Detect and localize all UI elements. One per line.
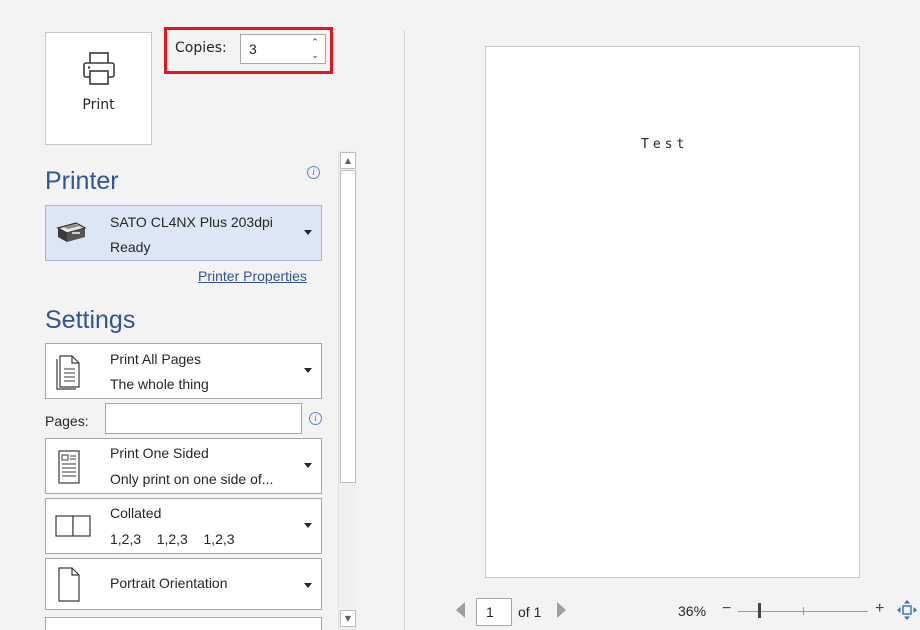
zoom-slider-center-tick <box>803 607 804 615</box>
sides-subtitle: Only print on one side of... <box>110 471 274 487</box>
print-range-subtitle: The whole thing <box>110 376 209 392</box>
next-setting-select[interactable] <box>45 617 322 630</box>
zoom-in-button[interactable]: + <box>875 600 884 618</box>
printer-name: SATO CL4NX Plus 203dpi <box>110 214 273 230</box>
printer-status: Ready <box>110 239 151 255</box>
caret-down-icon <box>304 583 312 588</box>
scroll-thumb[interactable] <box>340 170 356 483</box>
printer-properties-link[interactable]: Printer Properties <box>198 268 307 284</box>
print-preview-page: Test <box>485 46 860 578</box>
info-icon[interactable]: i <box>309 412 322 425</box>
zoom-level[interactable]: 36% <box>678 603 706 619</box>
next-page-icon[interactable] <box>557 602 566 618</box>
portrait-page-icon <box>58 567 80 602</box>
caret-down-icon <box>304 230 312 235</box>
settings-section-title: Settings <box>45 306 136 334</box>
caret-down-icon <box>304 368 312 373</box>
settings-scrollbar[interactable]: ▲ ▼ <box>338 150 357 630</box>
zoom-slider-thumb[interactable] <box>758 603 761 618</box>
sides-select[interactable]: Print One Sided Only print on one side o… <box>45 438 322 494</box>
print-range-title: Print All Pages <box>110 351 202 367</box>
pages-label: Pages: <box>45 413 89 429</box>
pane-divider <box>404 30 405 630</box>
collation-title: Collated <box>110 505 162 521</box>
zoom-to-page-icon[interactable] <box>897 600 917 620</box>
orientation-title: Portrait Orientation <box>110 575 228 591</box>
caret-down-icon <box>304 523 312 528</box>
label-printer-icon <box>56 222 87 242</box>
page-total: of 1 <box>518 604 542 620</box>
print-range-select[interactable]: Print All Pages The whole thing <box>45 343 322 399</box>
collated-icon <box>55 515 91 537</box>
one-sided-icon <box>58 450 80 484</box>
preview-page-text: Test <box>641 137 689 152</box>
caret-down-icon <box>304 463 312 468</box>
print-backstage: Print Copies: 3 ⌃ ⌄ Printer i SATO CL4NX… <box>0 0 920 630</box>
print-settings-pane: Print Copies: 3 ⌃ ⌄ Printer i SATO CL4NX… <box>0 0 405 630</box>
current-page-input[interactable]: 1 <box>476 598 512 626</box>
collation-select[interactable]: Collated 1,2,3 1,2,3 1,2,3 <box>45 498 322 554</box>
zoom-out-button[interactable]: − <box>722 600 731 618</box>
printer-icon <box>82 52 115 85</box>
sides-title: Print One Sided <box>110 445 209 461</box>
copies-highlight-box <box>164 27 333 74</box>
printer-select[interactable]: SATO CL4NX Plus 203dpi Ready <box>45 205 322 261</box>
print-button[interactable]: Print <box>45 32 152 145</box>
previous-page-icon[interactable] <box>456 602 465 618</box>
orientation-select[interactable]: Portrait Orientation <box>45 558 322 610</box>
pages-input[interactable] <box>105 403 302 434</box>
printer-section-title: Printer <box>45 167 119 195</box>
collation-subtitle: 1,2,3 1,2,3 1,2,3 <box>110 531 235 547</box>
info-icon[interactable]: i <box>307 166 320 179</box>
scroll-down-icon[interactable]: ▼ <box>340 610 356 627</box>
print-button-label: Print <box>82 97 115 113</box>
scroll-up-icon[interactable]: ▲ <box>340 152 356 169</box>
pages-document-icon <box>56 355 80 390</box>
